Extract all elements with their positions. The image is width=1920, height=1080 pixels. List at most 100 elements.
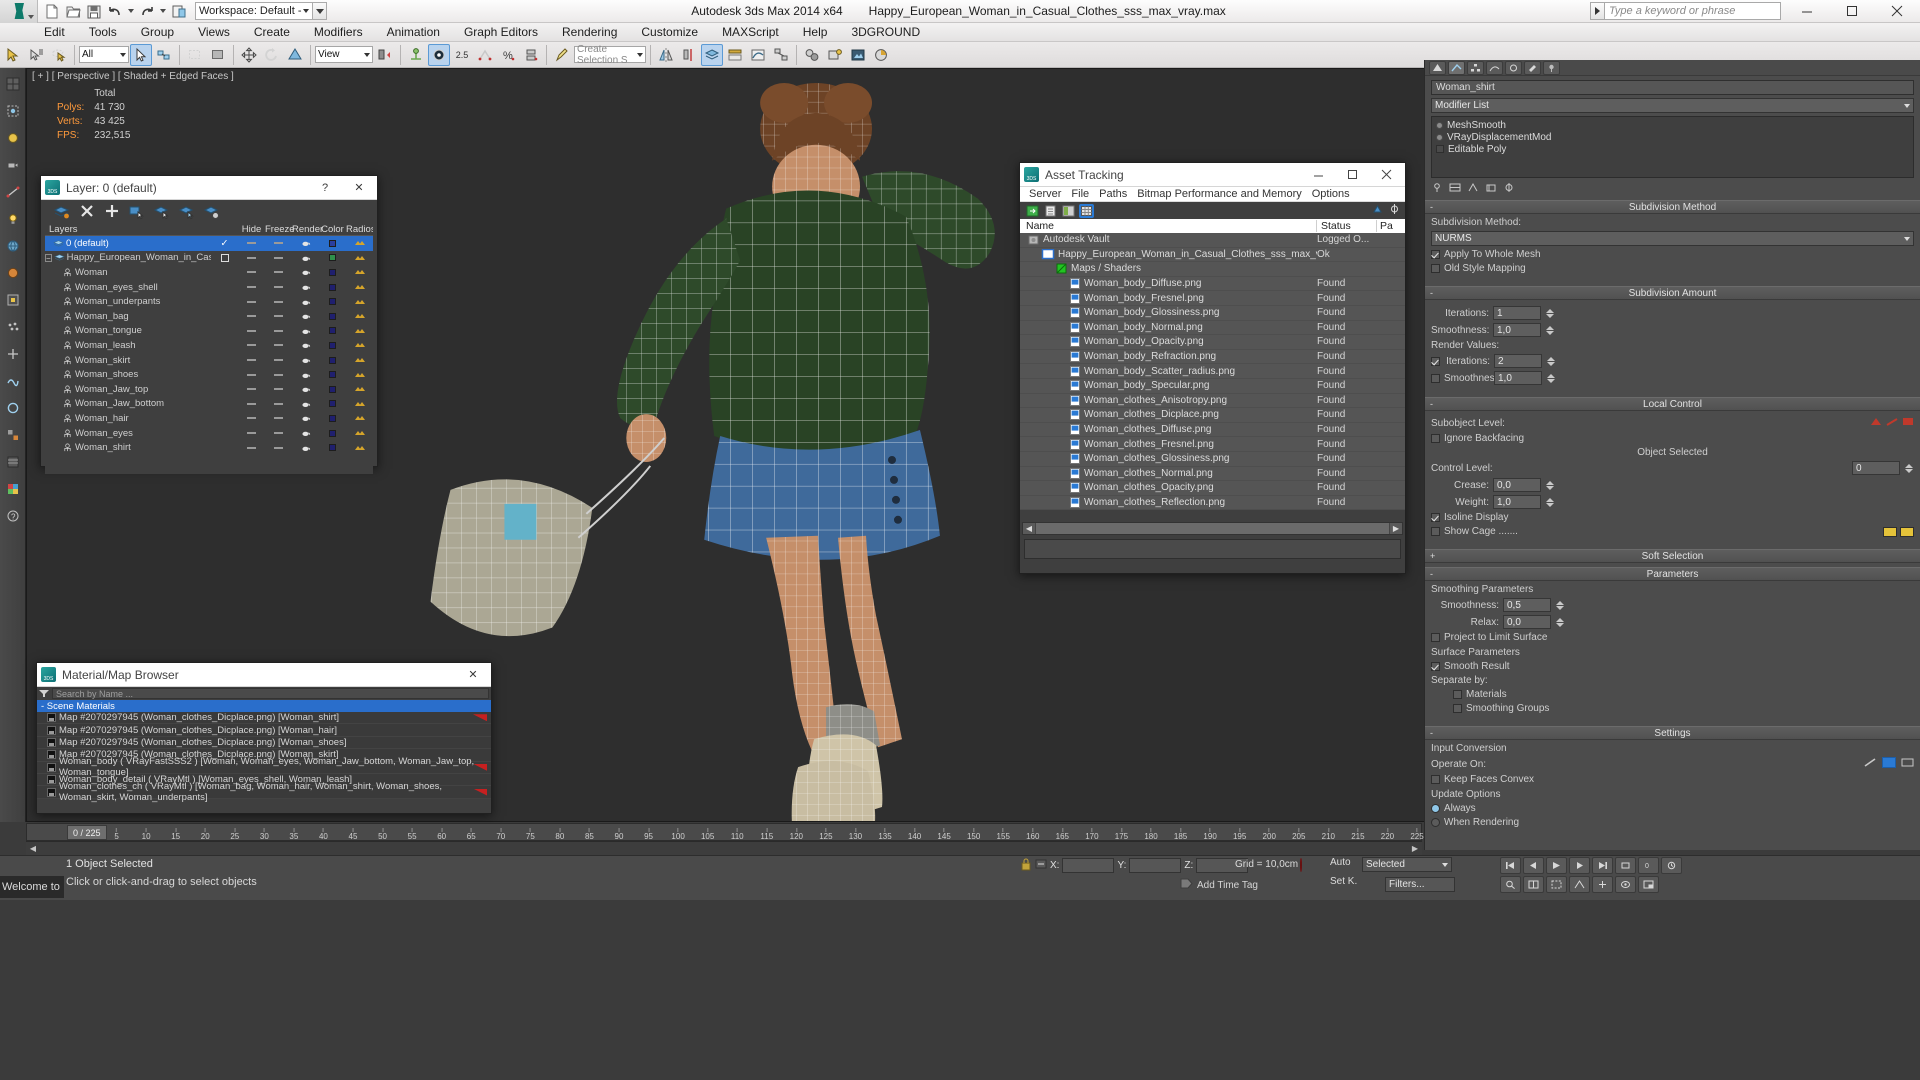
spinner-snap-icon[interactable]	[474, 44, 496, 66]
menu-item-modifiers[interactable]: Modifiers	[302, 23, 375, 42]
layer-row[interactable]: Woman	[45, 265, 373, 280]
modifier-stack-item[interactable]: MeshSmooth	[1434, 119, 1911, 131]
project-limit-surface-checkbox[interactable]	[1431, 633, 1440, 642]
layer-row[interactable]: Woman_hair	[45, 411, 373, 426]
material-window-titlebar[interactable]: 3DS Material/Map Browser ✕	[37, 663, 491, 687]
weight-spinner[interactable]	[1546, 497, 1555, 507]
radiosity-cell[interactable]	[346, 268, 373, 276]
key-filter-combo[interactable]: Selected	[1362, 857, 1452, 872]
shapes-icon[interactable]	[3, 398, 23, 418]
render-cell[interactable]	[292, 298, 319, 306]
open-file-icon[interactable]	[63, 2, 83, 21]
menu-item-views[interactable]: Views	[186, 23, 242, 42]
select-tool-icon[interactable]	[130, 43, 152, 66]
hide-cell[interactable]	[238, 432, 265, 435]
asset-menu-options[interactable]: Options	[1307, 188, 1355, 200]
color-cell[interactable]	[319, 312, 346, 320]
rollout-header[interactable]: - Parameters	[1425, 567, 1920, 581]
make-unique-icon[interactable]	[1467, 182, 1479, 196]
layer-row[interactable]: Woman_eyes_shell	[45, 280, 373, 295]
asset-row[interactable]: Woman_body_Glossiness.png Found	[1020, 305, 1405, 321]
key-mode-icon[interactable]	[1615, 857, 1636, 874]
close-button[interactable]: ✕	[345, 176, 373, 199]
always-radio[interactable]	[1431, 804, 1440, 813]
ignore-backfacing-checkbox[interactable]	[1431, 434, 1440, 443]
minimize-button[interactable]	[1305, 163, 1333, 186]
spinner-icon[interactable]	[520, 44, 542, 66]
radiosity-cell[interactable]	[346, 239, 373, 247]
absolute-mode-icon[interactable]	[1035, 857, 1047, 874]
color-picker-icon[interactable]	[3, 479, 23, 499]
redo-icon[interactable]	[137, 2, 157, 21]
filter-icon[interactable]	[39, 689, 49, 698]
details-view-icon[interactable]	[1061, 204, 1076, 218]
radiosity-cell[interactable]	[346, 327, 373, 335]
radiosity-cell[interactable]	[346, 429, 373, 437]
layer-column-hide[interactable]: Hide	[238, 224, 265, 235]
freeze-cell[interactable]	[265, 402, 292, 405]
help-icon[interactable]: ?	[3, 506, 23, 526]
tab-hierarchy[interactable]	[1467, 60, 1484, 75]
freeze-cell[interactable]	[265, 242, 292, 245]
select-objects-in-layer-icon[interactable]	[129, 204, 144, 219]
object-name-field[interactable]: Woman_shirt	[1431, 80, 1914, 95]
color-cell[interactable]	[319, 444, 346, 452]
show-cage-checkbox[interactable]	[1431, 527, 1440, 536]
hide-cell[interactable]	[238, 417, 265, 420]
radiosity-cell[interactable]	[346, 312, 373, 320]
close-button[interactable]	[1373, 163, 1401, 186]
workspace-dropdown-button[interactable]	[313, 2, 327, 20]
material-row[interactable]: Woman_clothes_ch ( VRayMtl ) [Woman_bag,…	[37, 781, 491, 803]
welcome-panel[interactable]: Welcome to	[0, 876, 64, 898]
selection-filter-combo[interactable]: All	[79, 46, 129, 63]
delete-layer-icon[interactable]	[79, 204, 94, 219]
orbit-icon[interactable]	[1615, 876, 1636, 893]
add-time-tag-row[interactable]: Add Time Tag	[1180, 878, 1258, 892]
layer-window-titlebar[interactable]: 3DS Layer: 0 (default) ? ✕	[41, 176, 377, 200]
search-input[interactable]: Type a keyword or phrase	[1605, 2, 1781, 20]
active-layer-cell[interactable]: ✓	[211, 238, 238, 249]
current-frame-field[interactable]: 0	[1638, 857, 1659, 874]
cage-selected-color-swatch[interactable]	[1900, 526, 1914, 537]
radiosity-cell[interactable]	[346, 400, 373, 408]
iterations-spinner[interactable]	[1546, 308, 1555, 318]
iterations-field[interactable]: 1	[1493, 306, 1541, 320]
layer-row[interactable]: Woman_shirt	[45, 440, 373, 455]
render-frame-icon[interactable]	[847, 44, 869, 66]
reference-coordinate-combo[interactable]: View	[315, 46, 373, 63]
render-smoothness-field[interactable]: 1,0	[1494, 371, 1542, 385]
render-cell[interactable]	[292, 400, 319, 408]
layer-manager-icon[interactable]	[701, 43, 723, 66]
render-cell[interactable]	[292, 268, 319, 276]
filters-button[interactable]: Filters...	[1385, 877, 1455, 892]
previous-frame-icon[interactable]	[1523, 857, 1544, 874]
mirror-icon[interactable]	[655, 44, 677, 66]
asset-row[interactable]: Woman_body_Diffuse.png Found	[1020, 276, 1405, 292]
always-row[interactable]: Always	[1431, 803, 1914, 814]
asset-row[interactable]: Woman_body_Fresnel.png Found	[1020, 291, 1405, 306]
environment-icon[interactable]	[3, 236, 23, 256]
operate-on-polygon-icon[interactable]	[1882, 757, 1896, 768]
tab-display[interactable]	[1505, 60, 1522, 75]
vertex-subobject-icon[interactable]	[1870, 417, 1882, 430]
scroll-right-icon[interactable]: ▶	[1390, 523, 1402, 534]
layer-row[interactable]: 0 (default) ✓	[45, 236, 373, 251]
control-level-spinner[interactable]	[1905, 463, 1914, 473]
layer-column-freeze[interactable]: Freeze	[265, 224, 295, 235]
zoom-all-icon[interactable]	[1523, 876, 1544, 893]
maximize-button[interactable]	[1830, 0, 1875, 23]
search-dropdown-button[interactable]	[1590, 2, 1605, 20]
y-coordinate-field[interactable]	[1129, 858, 1182, 873]
render-iterations-checkbox[interactable]	[1431, 356, 1440, 366]
help-button[interactable]: ?	[311, 176, 339, 199]
hide-cell[interactable]	[238, 315, 265, 318]
hide-cell[interactable]	[238, 373, 265, 376]
hide-cell[interactable]	[238, 402, 265, 405]
select-and-move-icon[interactable]	[238, 44, 260, 66]
snap-toggle-icon[interactable]	[405, 44, 427, 66]
window-crossing-icon[interactable]	[207, 44, 229, 66]
settings-icon[interactable]	[1388, 203, 1401, 218]
color-cell[interactable]	[319, 268, 346, 276]
asset-row[interactable]: Woman_clothes_Anisotropy.png Found	[1020, 393, 1405, 409]
layer-properties-icon[interactable]	[203, 204, 219, 219]
